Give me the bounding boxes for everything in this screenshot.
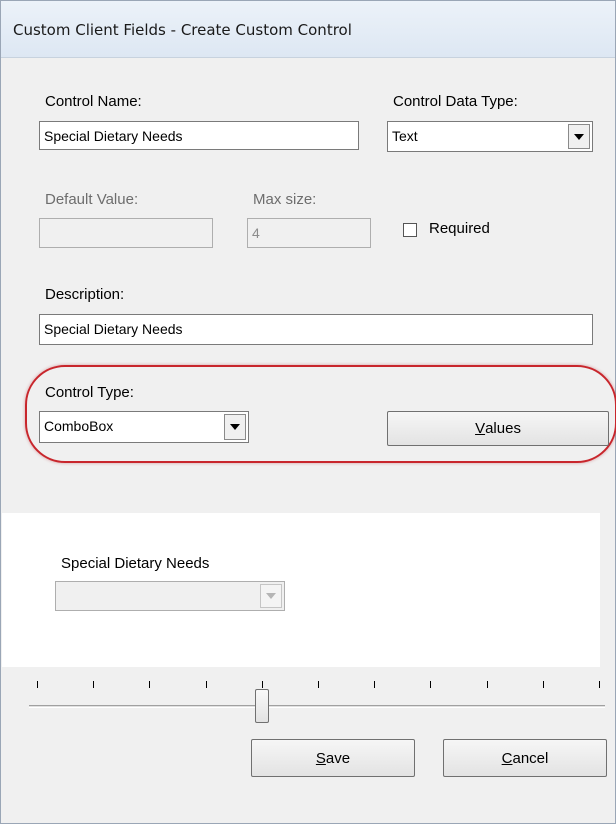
slider-tick <box>543 681 544 688</box>
control-type-value: ComboBox <box>44 418 114 434</box>
slider-tick <box>37 681 38 688</box>
cancel-button-label: ancel <box>512 749 549 767</box>
slider-thumb[interactable] <box>255 689 269 723</box>
default-value-input[interactable] <box>39 218 213 248</box>
slider-tick <box>262 681 263 688</box>
cancel-button[interactable]: Cancel <box>443 739 607 777</box>
required-label: Required <box>429 220 490 237</box>
values-mnemonic: V <box>475 420 486 437</box>
control-data-type-select[interactable]: Text <box>387 121 593 152</box>
slider-tick <box>149 681 150 688</box>
description-label: Description: <box>45 286 125 303</box>
values-button-label: alues <box>485 420 521 437</box>
control-type-select[interactable]: ComboBox <box>39 411 249 443</box>
preview-panel: Special Dietary Needs <box>2 513 600 667</box>
max-size-label: Max size: <box>253 191 317 208</box>
save-button-label: ave <box>325 749 351 767</box>
control-data-type-label: Control Data Type: <box>393 93 518 110</box>
control-name-input[interactable]: Special Dietary Needs <box>39 121 359 150</box>
slider-tick <box>206 681 207 688</box>
slider-tick <box>374 681 375 688</box>
chevron-down-icon <box>266 593 276 599</box>
values-button[interactable]: Values <box>387 411 609 446</box>
preview-combobox[interactable] <box>55 581 285 611</box>
slider-tick <box>487 681 488 688</box>
preview-label: Special Dietary Needs <box>61 555 210 572</box>
description-input[interactable]: Special Dietary Needs <box>39 314 593 345</box>
chevron-down-icon <box>230 424 240 430</box>
control-type-dropdown-button[interactable] <box>224 414 246 440</box>
control-type-label: Control Type: <box>45 384 134 401</box>
control-name-label: Control Name: <box>45 93 142 110</box>
slider-track[interactable] <box>29 705 605 708</box>
slider-tick <box>430 681 431 688</box>
title-bar: Custom Client Fields - Create Custom Con… <box>1 1 615 58</box>
dialog-window: Custom Client Fields - Create Custom Con… <box>0 0 616 824</box>
cancel-mnemonic: C <box>501 749 513 767</box>
required-checkbox[interactable] <box>403 223 417 237</box>
window-title: Custom Client Fields - Create Custom Con… <box>13 21 352 39</box>
chevron-down-icon <box>574 133 584 140</box>
slider-tick <box>318 681 319 688</box>
control-data-type-value: Text <box>392 128 418 144</box>
slider-tick <box>599 681 600 688</box>
preview-dropdown-button[interactable] <box>260 584 282 608</box>
save-mnemonic: S <box>315 749 326 767</box>
slider-tick <box>93 681 94 688</box>
max-size-input[interactable]: 4 <box>247 218 371 248</box>
control-data-type-dropdown-button[interactable] <box>568 124 590 149</box>
default-value-label: Default Value: <box>45 191 139 208</box>
save-button[interactable]: Save <box>251 739 415 777</box>
